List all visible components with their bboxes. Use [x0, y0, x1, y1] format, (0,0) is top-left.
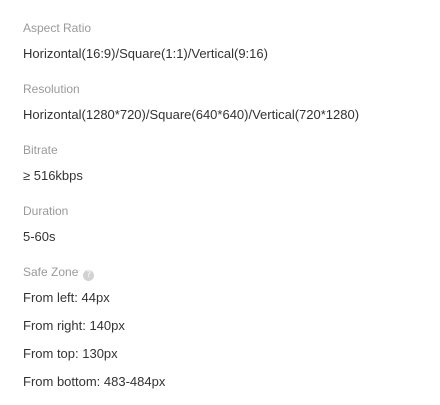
bitrate-label: Bitrate [23, 143, 58, 157]
duration-label: Duration [23, 204, 69, 218]
safe-zone-right: From right: 140px [23, 318, 125, 333]
resolution-label: Resolution [23, 82, 80, 96]
aspect-ratio-label: Aspect Ratio [23, 21, 92, 35]
video-spec-panel: Aspect Ratio Horizontal(16:9)/Square(1:1… [0, 0, 440, 405]
resolution-value: Horizontal(1280*720)/Square(640*640)/Ver… [23, 107, 360, 122]
bitrate-value: ≥ 516kbps [23, 168, 83, 183]
safe-zone-heading: Safe Zone? [23, 265, 95, 281]
safe-zone-top: From top: 130px [23, 346, 118, 361]
safe-zone-bottom: From bottom: 483-484px [23, 374, 166, 389]
safe-zone-label: Safe Zone [23, 265, 79, 279]
question-circle-icon[interactable]: ? [83, 270, 95, 281]
duration-value: 5-60s [23, 229, 56, 244]
safe-zone-left: From left: 44px [23, 290, 110, 305]
aspect-ratio-value: Horizontal(16:9)/Square(1:1)/Vertical(9:… [23, 46, 268, 61]
